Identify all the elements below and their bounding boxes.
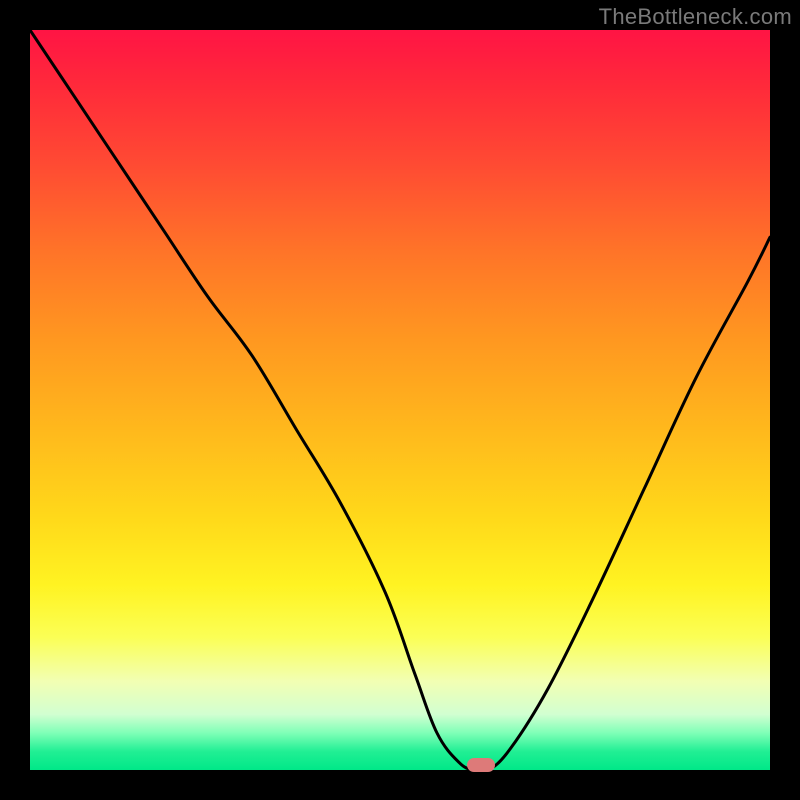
bottleneck-curve: [30, 30, 770, 770]
chart-frame: TheBottleneck.com: [0, 0, 800, 800]
optimal-marker: [467, 758, 495, 772]
watermark-text: TheBottleneck.com: [599, 4, 792, 30]
plot-area: [30, 30, 770, 770]
